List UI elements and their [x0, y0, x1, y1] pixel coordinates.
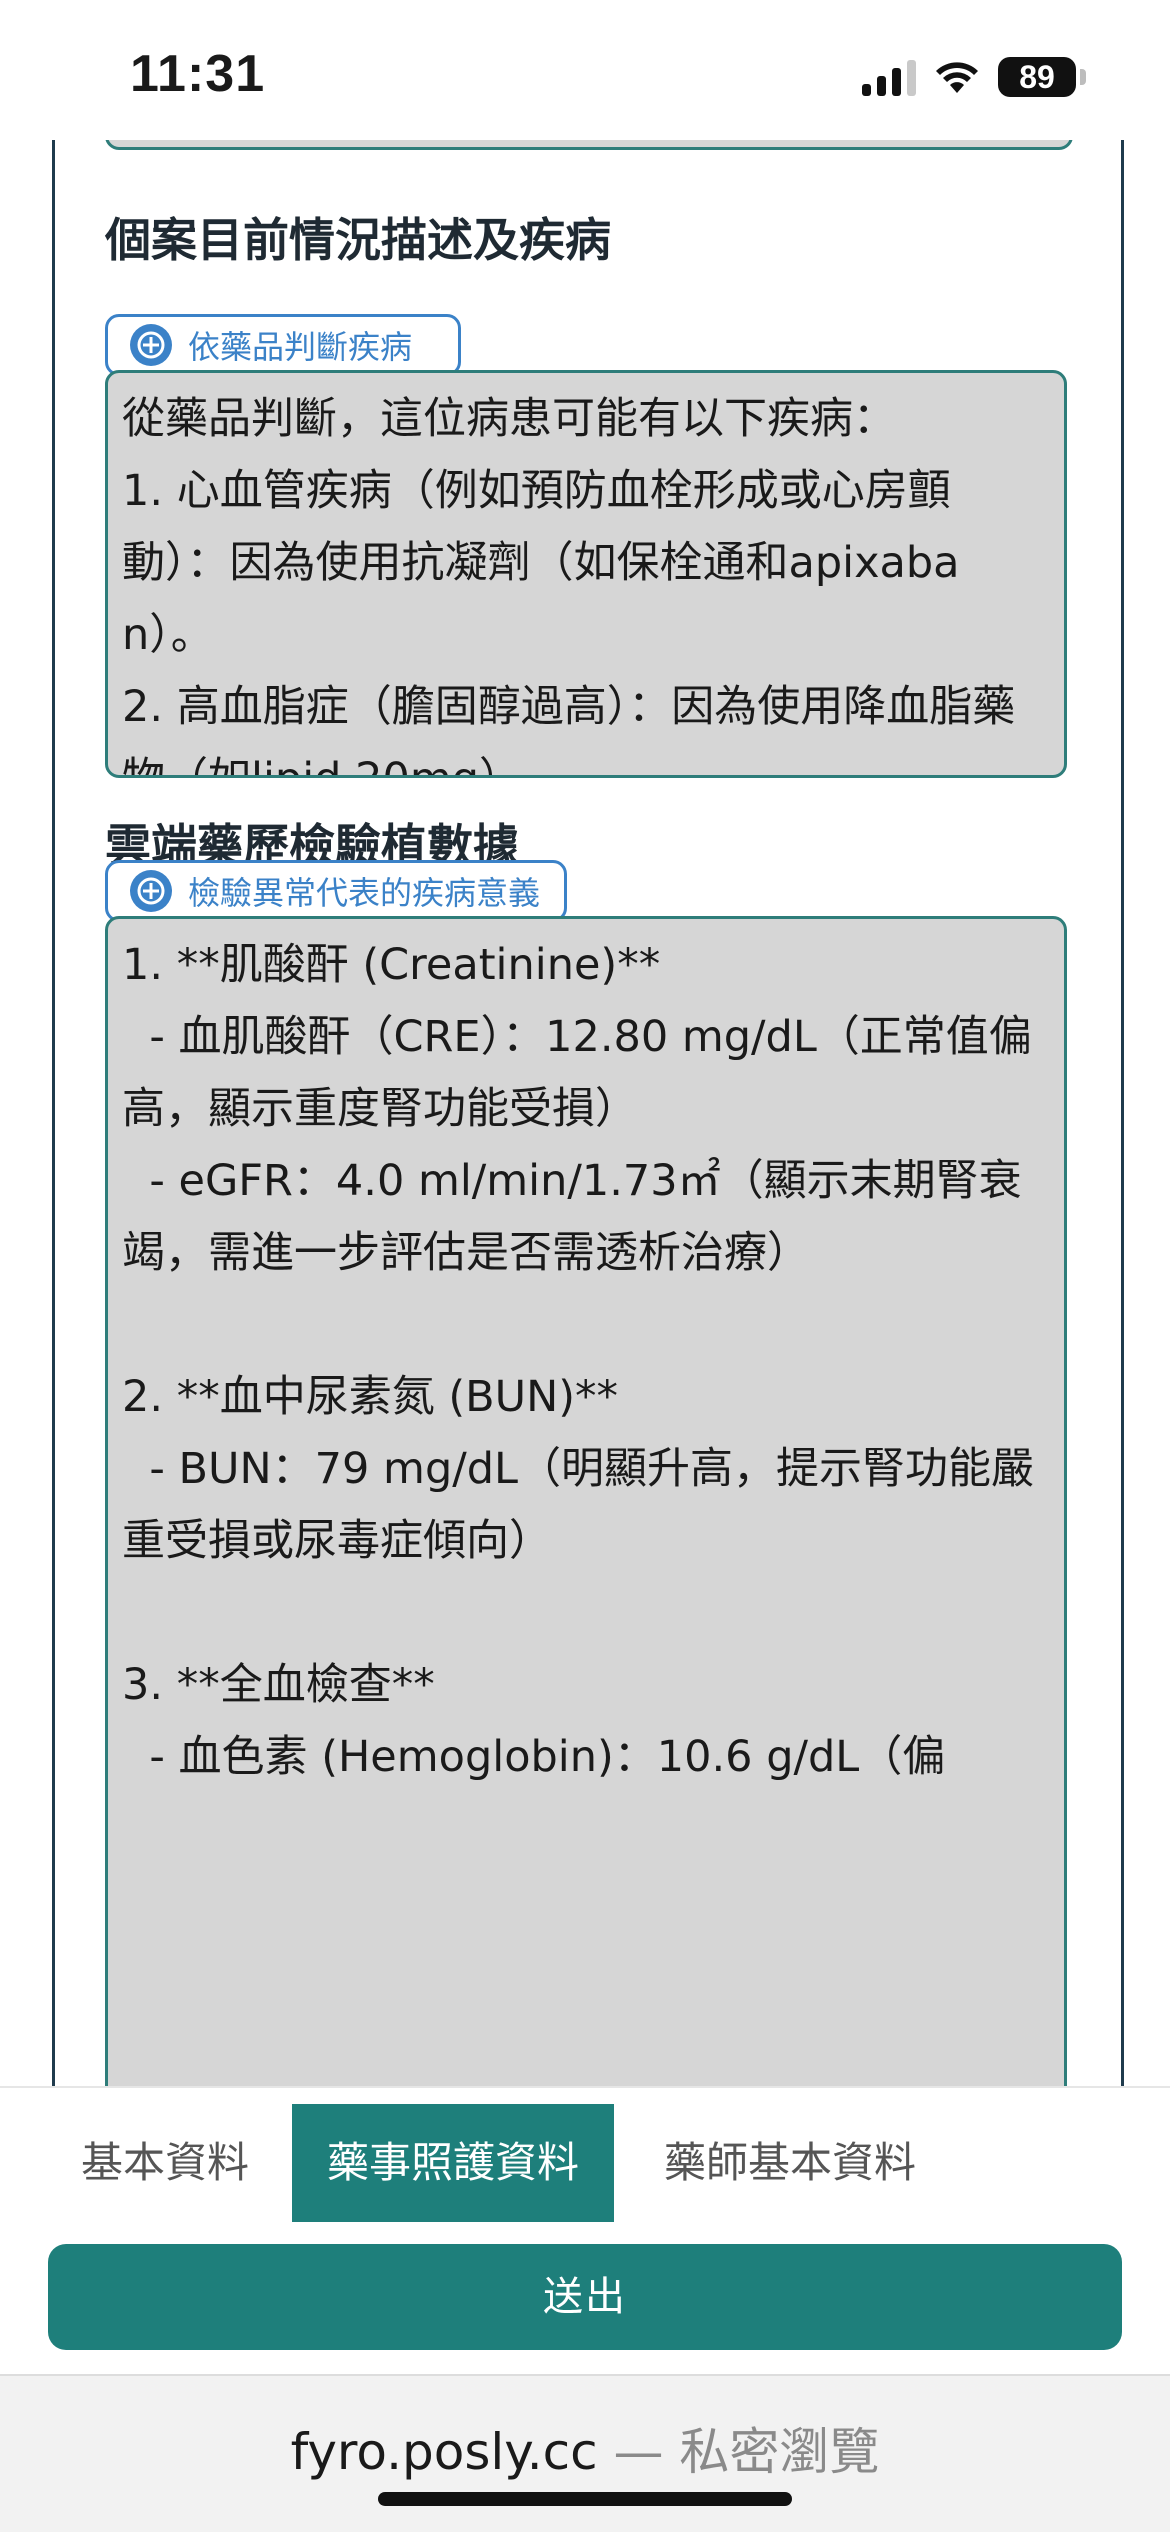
status-icons: 89: [862, 52, 1086, 102]
lab-meaning-button[interactable]: 檢驗異常代表的疾病意義: [105, 860, 567, 922]
infer-disease-button-label: 依藥品判斷疾病: [188, 328, 413, 366]
private-browsing-label: — 私密瀏覽: [597, 2423, 880, 2481]
wifi-icon: [936, 62, 978, 93]
current-condition-textarea[interactable]: 從藥品判斷，這位病患可能有以下疾病： 1. 心血管疾病（例如預防血栓形成或心房顫…: [105, 370, 1067, 778]
submit-button[interactable]: 送出: [48, 2244, 1122, 2350]
tab-bar: 基本資料 藥事照護資料 藥師基本資料: [0, 2086, 1170, 2222]
status-time: 11:31: [130, 45, 266, 103]
home-indicator[interactable]: [378, 2492, 792, 2506]
signal-icon: [862, 58, 916, 96]
tab-pharmaceutical-care[interactable]: 藥事照護資料: [292, 2104, 614, 2222]
url-display[interactable]: fyro.posly.cc — 私密瀏覽: [0, 2412, 1170, 2484]
tab-pharmacist-info[interactable]: 藥師基本資料: [630, 2104, 950, 2222]
sparkle-icon: [130, 324, 172, 366]
section-title-current-condition: 個案目前情況描述及疾病: [105, 213, 611, 267]
battery-icon: 89: [998, 57, 1076, 97]
previous-textarea[interactable]: [105, 140, 1073, 150]
infer-disease-button[interactable]: 依藥品判斷疾病: [105, 314, 461, 376]
status-bar: 11:31 89: [0, 0, 1170, 140]
browser-url-bar[interactable]: fyro.posly.cc — 私密瀏覽: [0, 2374, 1170, 2532]
form-content[interactable]: 個案目前情況描述及疾病 依藥品判斷疾病 從藥品判斷，這位病患可能有以下疾病： 1…: [52, 140, 1124, 2086]
battery-tip: [1080, 69, 1086, 85]
lab-data-textarea[interactable]: 1. **肌酸酐 (Creatinine)** - 血肌酸酐（CRE）：12.8…: [105, 916, 1067, 2086]
battery-level: 89: [1019, 59, 1055, 95]
sparkle-icon: [130, 870, 172, 912]
page: 11:31 89 個案目前情況描述及疾病 依藥品判斷疾病 從藥品判斷，這位病患可…: [0, 0, 1170, 2532]
url-domain: fyro.posly.cc: [290, 2423, 598, 2481]
lab-meaning-button-label: 檢驗異常代表的疾病意義: [188, 874, 541, 912]
tab-basic-info[interactable]: 基本資料: [40, 2104, 290, 2222]
